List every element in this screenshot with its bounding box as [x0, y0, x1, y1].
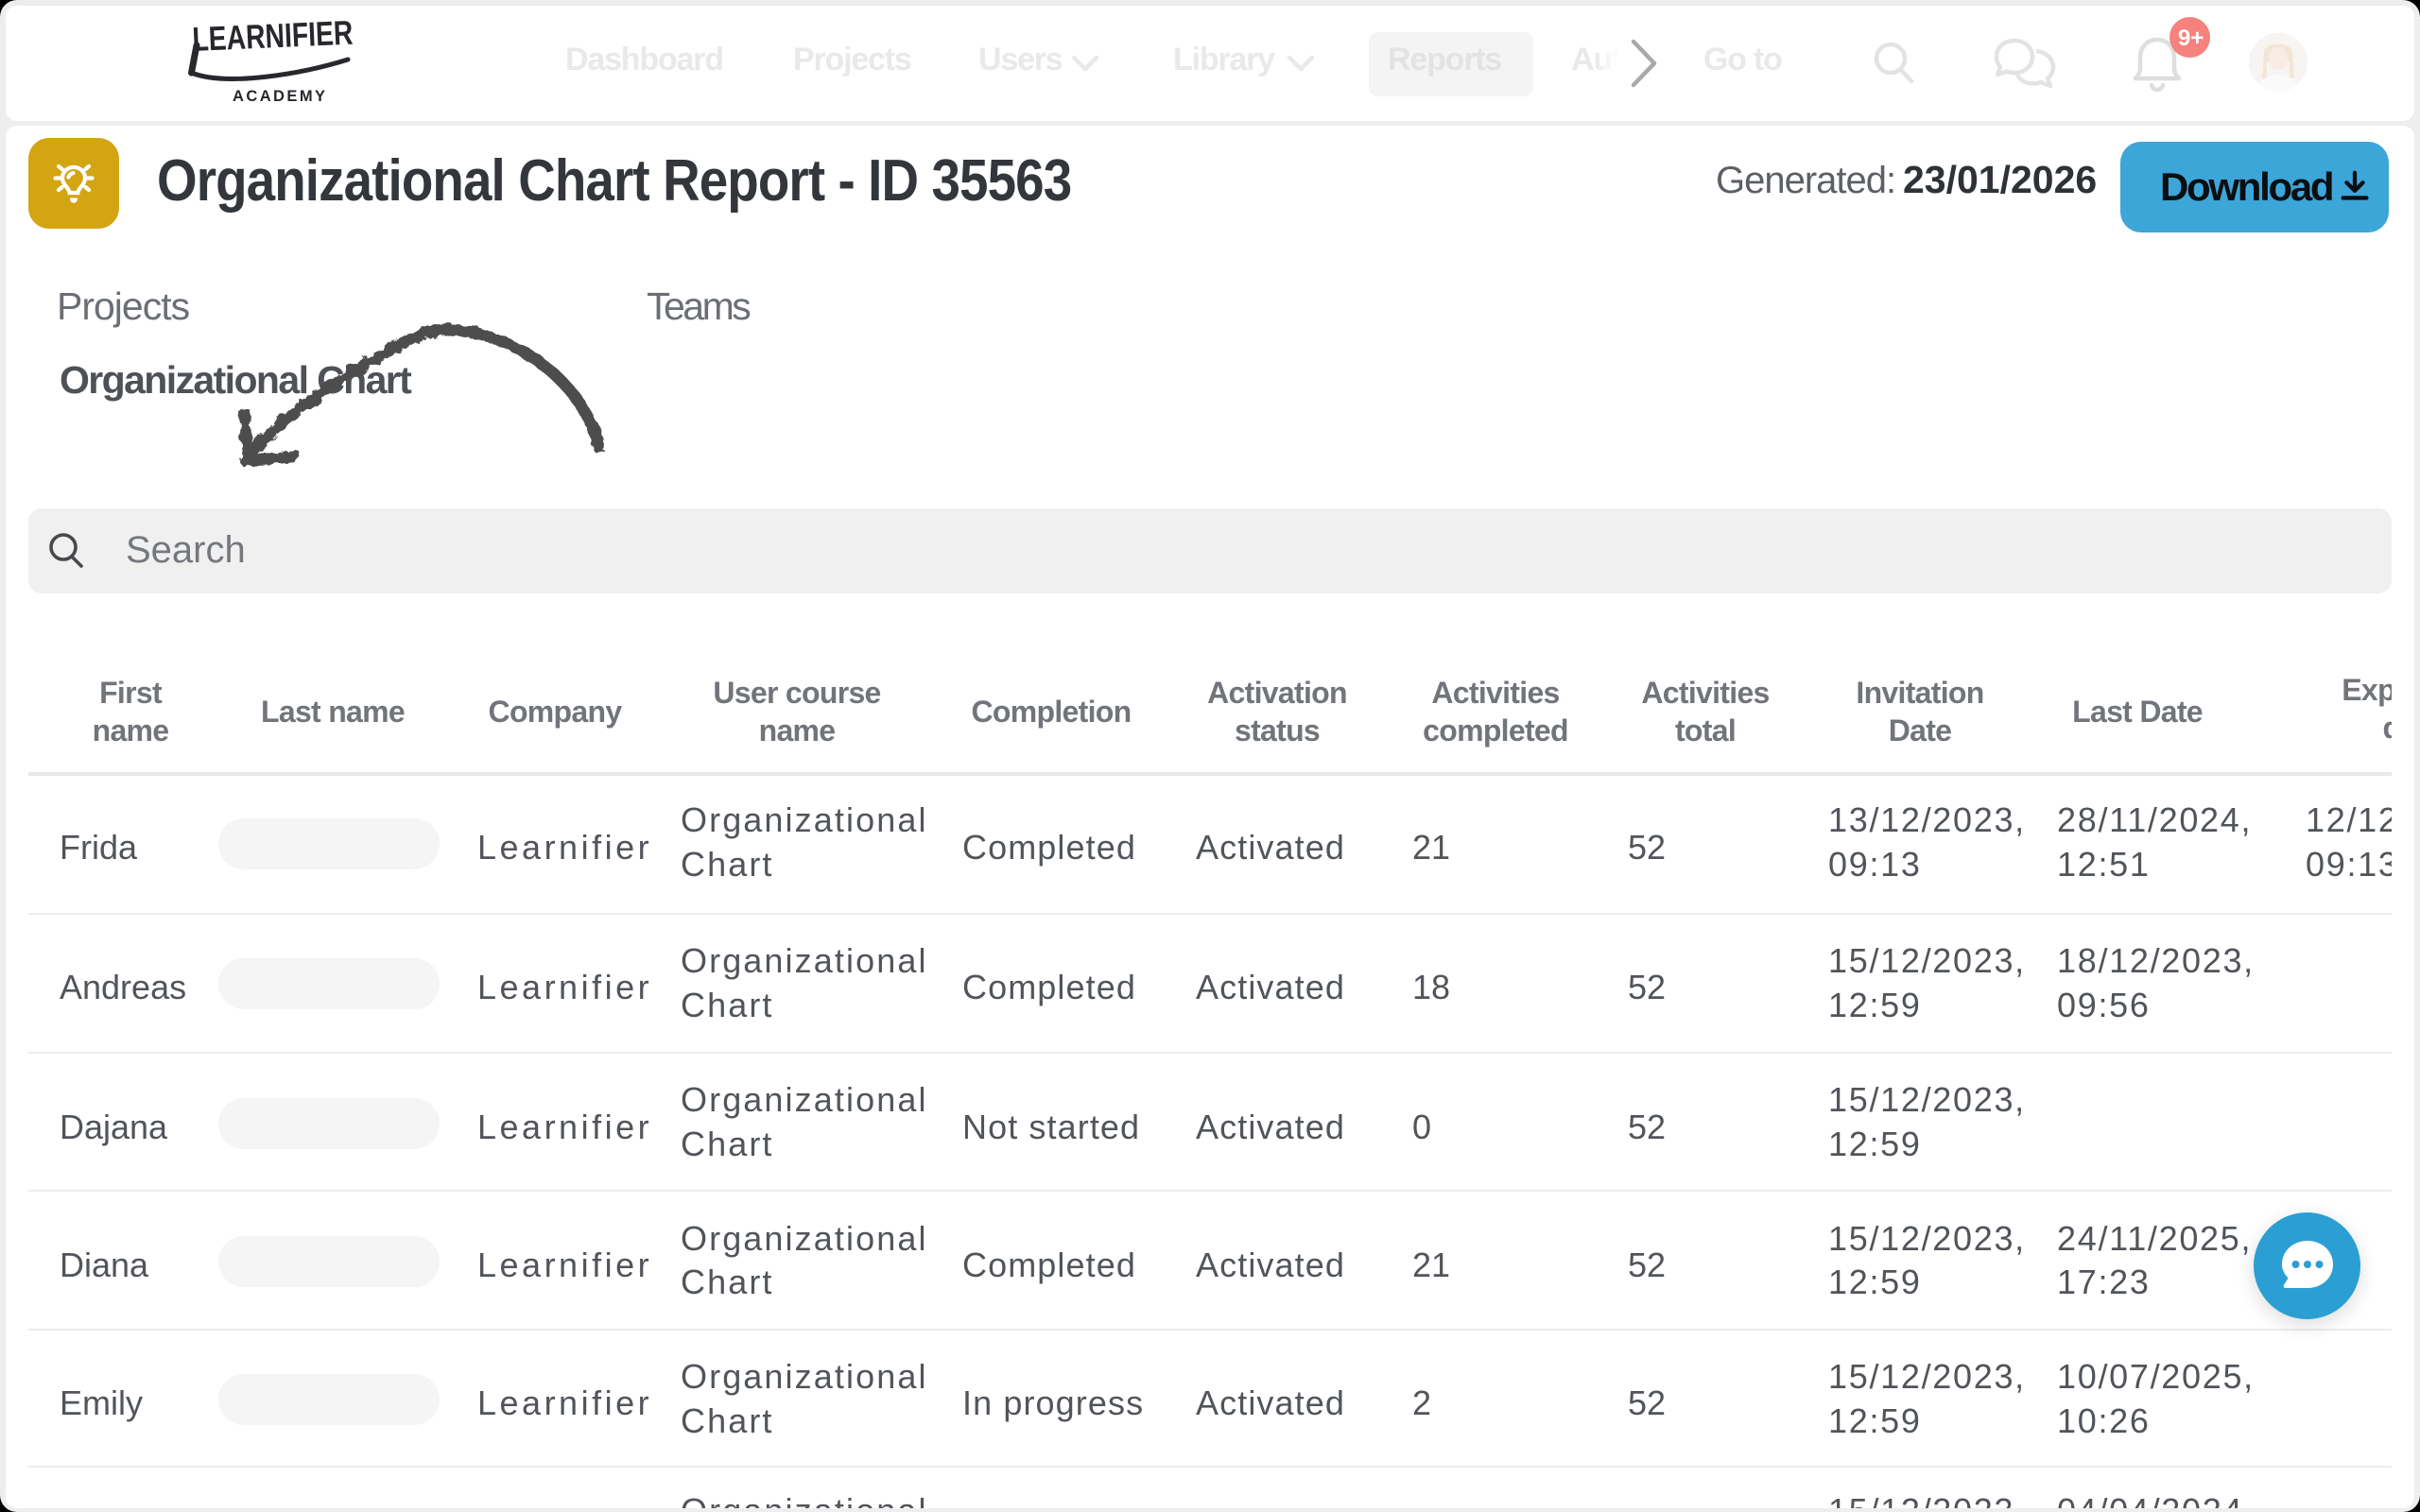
svg-text:ACADEMY: ACADEMY: [233, 88, 331, 105]
svg-text:LEARNIFIER: LEARNIFIER: [192, 13, 354, 59]
